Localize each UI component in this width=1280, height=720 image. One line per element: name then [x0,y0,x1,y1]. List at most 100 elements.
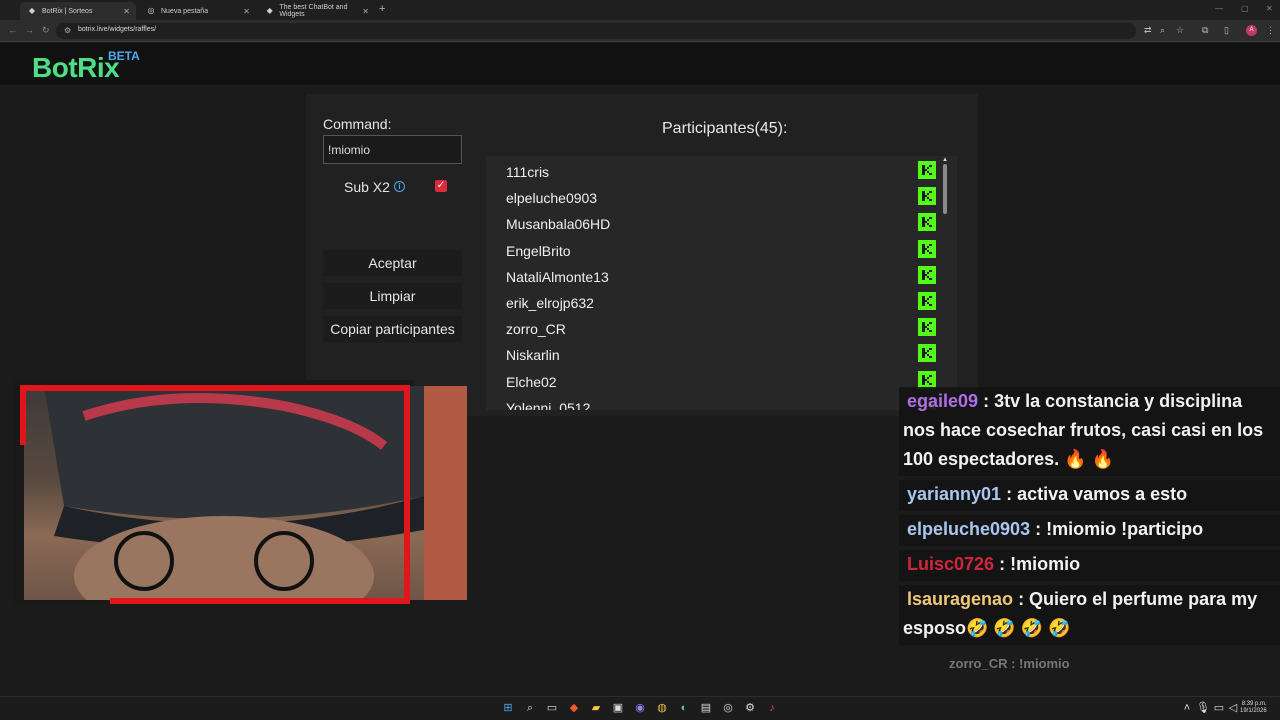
clear-button[interactable]: Limpiar [323,283,462,309]
webcam-border-bottom [110,598,410,604]
chat-username: Luisc0726 [907,554,995,574]
participant-row: erik_elrojp632 [486,289,936,315]
new-tab-button[interactable]: + [379,3,385,15]
windows-taskbar: ⊞ ⌕ ▭ ◆ ▰ ▣ ◉ ◍ ◐ ▤ ◎ ⚙ ♪ ˄ 🎙 ▭ ◁ 8:39 p… [0,696,1280,720]
participant-row: Musanbala06HD [486,210,936,236]
zoom-icon[interactable]: ⌕ [1160,25,1165,36]
close-window-icon[interactable]: ✕ [1266,4,1273,13]
tab-botrix-sorteos[interactable]: ◆ BotRix | Sorteos ✕ [20,2,136,20]
close-icon[interactable]: ✕ [243,7,250,16]
minimize-icon[interactable]: — [1215,4,1223,13]
browser-tab-bar: ◆ BotRix | Sorteos ✕ ◎ Nueva pestaña ✕ ◆… [0,0,1280,20]
sidepanel-icon[interactable]: ▯ [1224,25,1229,36]
participant-name: erik_elrojp632 [506,295,594,311]
chat-faded-message: zorro_CR : !miomio [949,656,1070,671]
command-input[interactable] [323,135,462,164]
clock[interactable]: 8:39 p.m. 19/1/2026 [1240,701,1267,715]
chat-text: : !miomio !participo [1035,519,1204,539]
chat-message: elpeluche0903 : !miomio !participo [899,515,1280,546]
globe-icon: ◎ [147,6,155,15]
chrome-active-icon[interactable]: ◎ [721,701,735,715]
chat-message: yarianny01 : activa vamos a esto [899,480,1280,511]
menu-dots-icon[interactable]: ⋮ [1266,25,1275,36]
kick-icon [918,239,936,258]
forward-icon[interactable]: → [25,25,34,35]
file-explorer-icon[interactable]: ▰ [589,701,603,715]
participant-name: zorro_CR [506,321,566,338]
site-info-icon[interactable]: ⚙ [64,26,71,35]
botrix-favicon-icon: ◆ [28,6,36,15]
kick-icon [918,213,936,232]
participant-name: 111cris [506,164,550,180]
twitch-icon[interactable]: ◉ [633,701,647,715]
sub-x2-checkbox[interactable]: ✓ [435,180,447,192]
scroll-thumb[interactable] [943,164,947,214]
address-bar-row: ← → ↻ ⚙ botrix.live/widgets/raffles/ ⇄ ⌕… [0,20,1280,42]
participant-row: elpeluche0903 [486,184,936,210]
maximize-icon[interactable]: ▢ [1241,4,1249,13]
search-icon[interactable]: ⌕ [523,701,537,715]
store-icon[interactable]: ▣ [611,701,625,715]
copy-participants-button[interactable]: Copiar participantes [323,316,462,342]
webcam-border-top [20,385,410,391]
participant-name: elpeluche0903 [506,190,598,207]
info-icon[interactable]: i [394,181,405,192]
participant-row: NataliAlmonte13 [486,263,936,289]
kick-icon [918,161,936,179]
url-input[interactable]: ⚙ botrix.live/widgets/raffles/ [56,23,1136,39]
participants-list[interactable]: Yolenni_0512 Elche02 Niskarlin zorro_CR erik… [486,156,957,410]
accept-button[interactable]: Aceptar [323,250,462,276]
chat-text: : !miomio [999,554,1081,574]
streamer-cap-image [44,386,467,600]
close-icon[interactable]: ✕ [362,7,369,16]
sub-x2-label: Sub X2 [344,179,390,195]
site-header: BotRix BETA [0,43,1280,85]
start-icon[interactable]: ⊞ [501,701,515,715]
tray-chevron-icon[interactable]: ˄ [1180,701,1194,715]
close-icon[interactable]: ✕ [123,7,130,16]
chat-message: egaile09 : 3tv la constancia y disciplin… [899,387,1280,476]
beta-badge: BETA [108,49,140,63]
participant-name: EngelBrito [506,242,571,259]
botrix-favicon-icon: ◆ [266,6,273,15]
profile-avatar[interactable]: A [1246,25,1257,36]
clock-date: 19/1/2026 [1240,708,1267,714]
command-label: Command: [323,116,392,132]
participants-title: Participantes(45): [662,120,788,137]
kick-icon [918,344,936,363]
participant-name: Musanbala06HD [506,216,611,233]
botrix-logo[interactable]: BotRix [32,52,120,84]
translate-icon[interactable]: ⇄ [1144,25,1152,36]
tiktok-icon[interactable]: ♪ [765,701,779,715]
participant-row: EngelBrito [486,237,936,263]
chat-username: yarianny01 [907,484,1002,504]
chat-message: lsauragenao : Quiero el perfume para my … [899,585,1280,645]
webcam-border-left [20,385,26,445]
chat-username: egaile09 [907,391,979,411]
bookmark-star-icon[interactable]: ☆ [1176,25,1184,36]
reload-icon[interactable]: ↻ [42,25,50,36]
network-icon[interactable]: ▭ [1212,701,1226,715]
kick-icon [918,370,936,389]
task-view-icon[interactable]: ▭ [545,701,559,715]
browser-icon[interactable]: ◐ [677,701,691,715]
kick-icon [918,318,936,337]
volume-icon[interactable]: ◁ [1226,701,1240,715]
participants-scrollbar[interactable]: ▲ [939,156,951,410]
obs-icon[interactable]: ⚙ [743,701,757,715]
tab-nueva-pestana[interactable]: ◎ Nueva pestaña ✕ [139,2,256,20]
brave-icon[interactable]: ◆ [567,701,581,715]
app-icon[interactable]: ▤ [699,701,713,715]
back-icon[interactable]: ← [8,25,17,35]
participant-row: zorro_CR [486,315,936,341]
tab-title: Nueva pestaña [161,7,209,15]
participant-name: Elche02 [506,373,557,390]
chat-username: lsauragenao [907,589,1014,609]
microphone-icon[interactable]: 🎙 [1196,701,1210,715]
tab-chatbot-widgets[interactable]: ◆ The best ChatBot and Widgets ✕ [258,2,375,20]
chrome-icon[interactable]: ◍ [655,701,669,715]
extensions-icon[interactable]: ⧉ [1202,25,1208,36]
participant-name: Niskarlin [506,347,560,364]
scroll-up-icon[interactable]: ▲ [942,157,948,163]
webcam-video [24,386,467,600]
